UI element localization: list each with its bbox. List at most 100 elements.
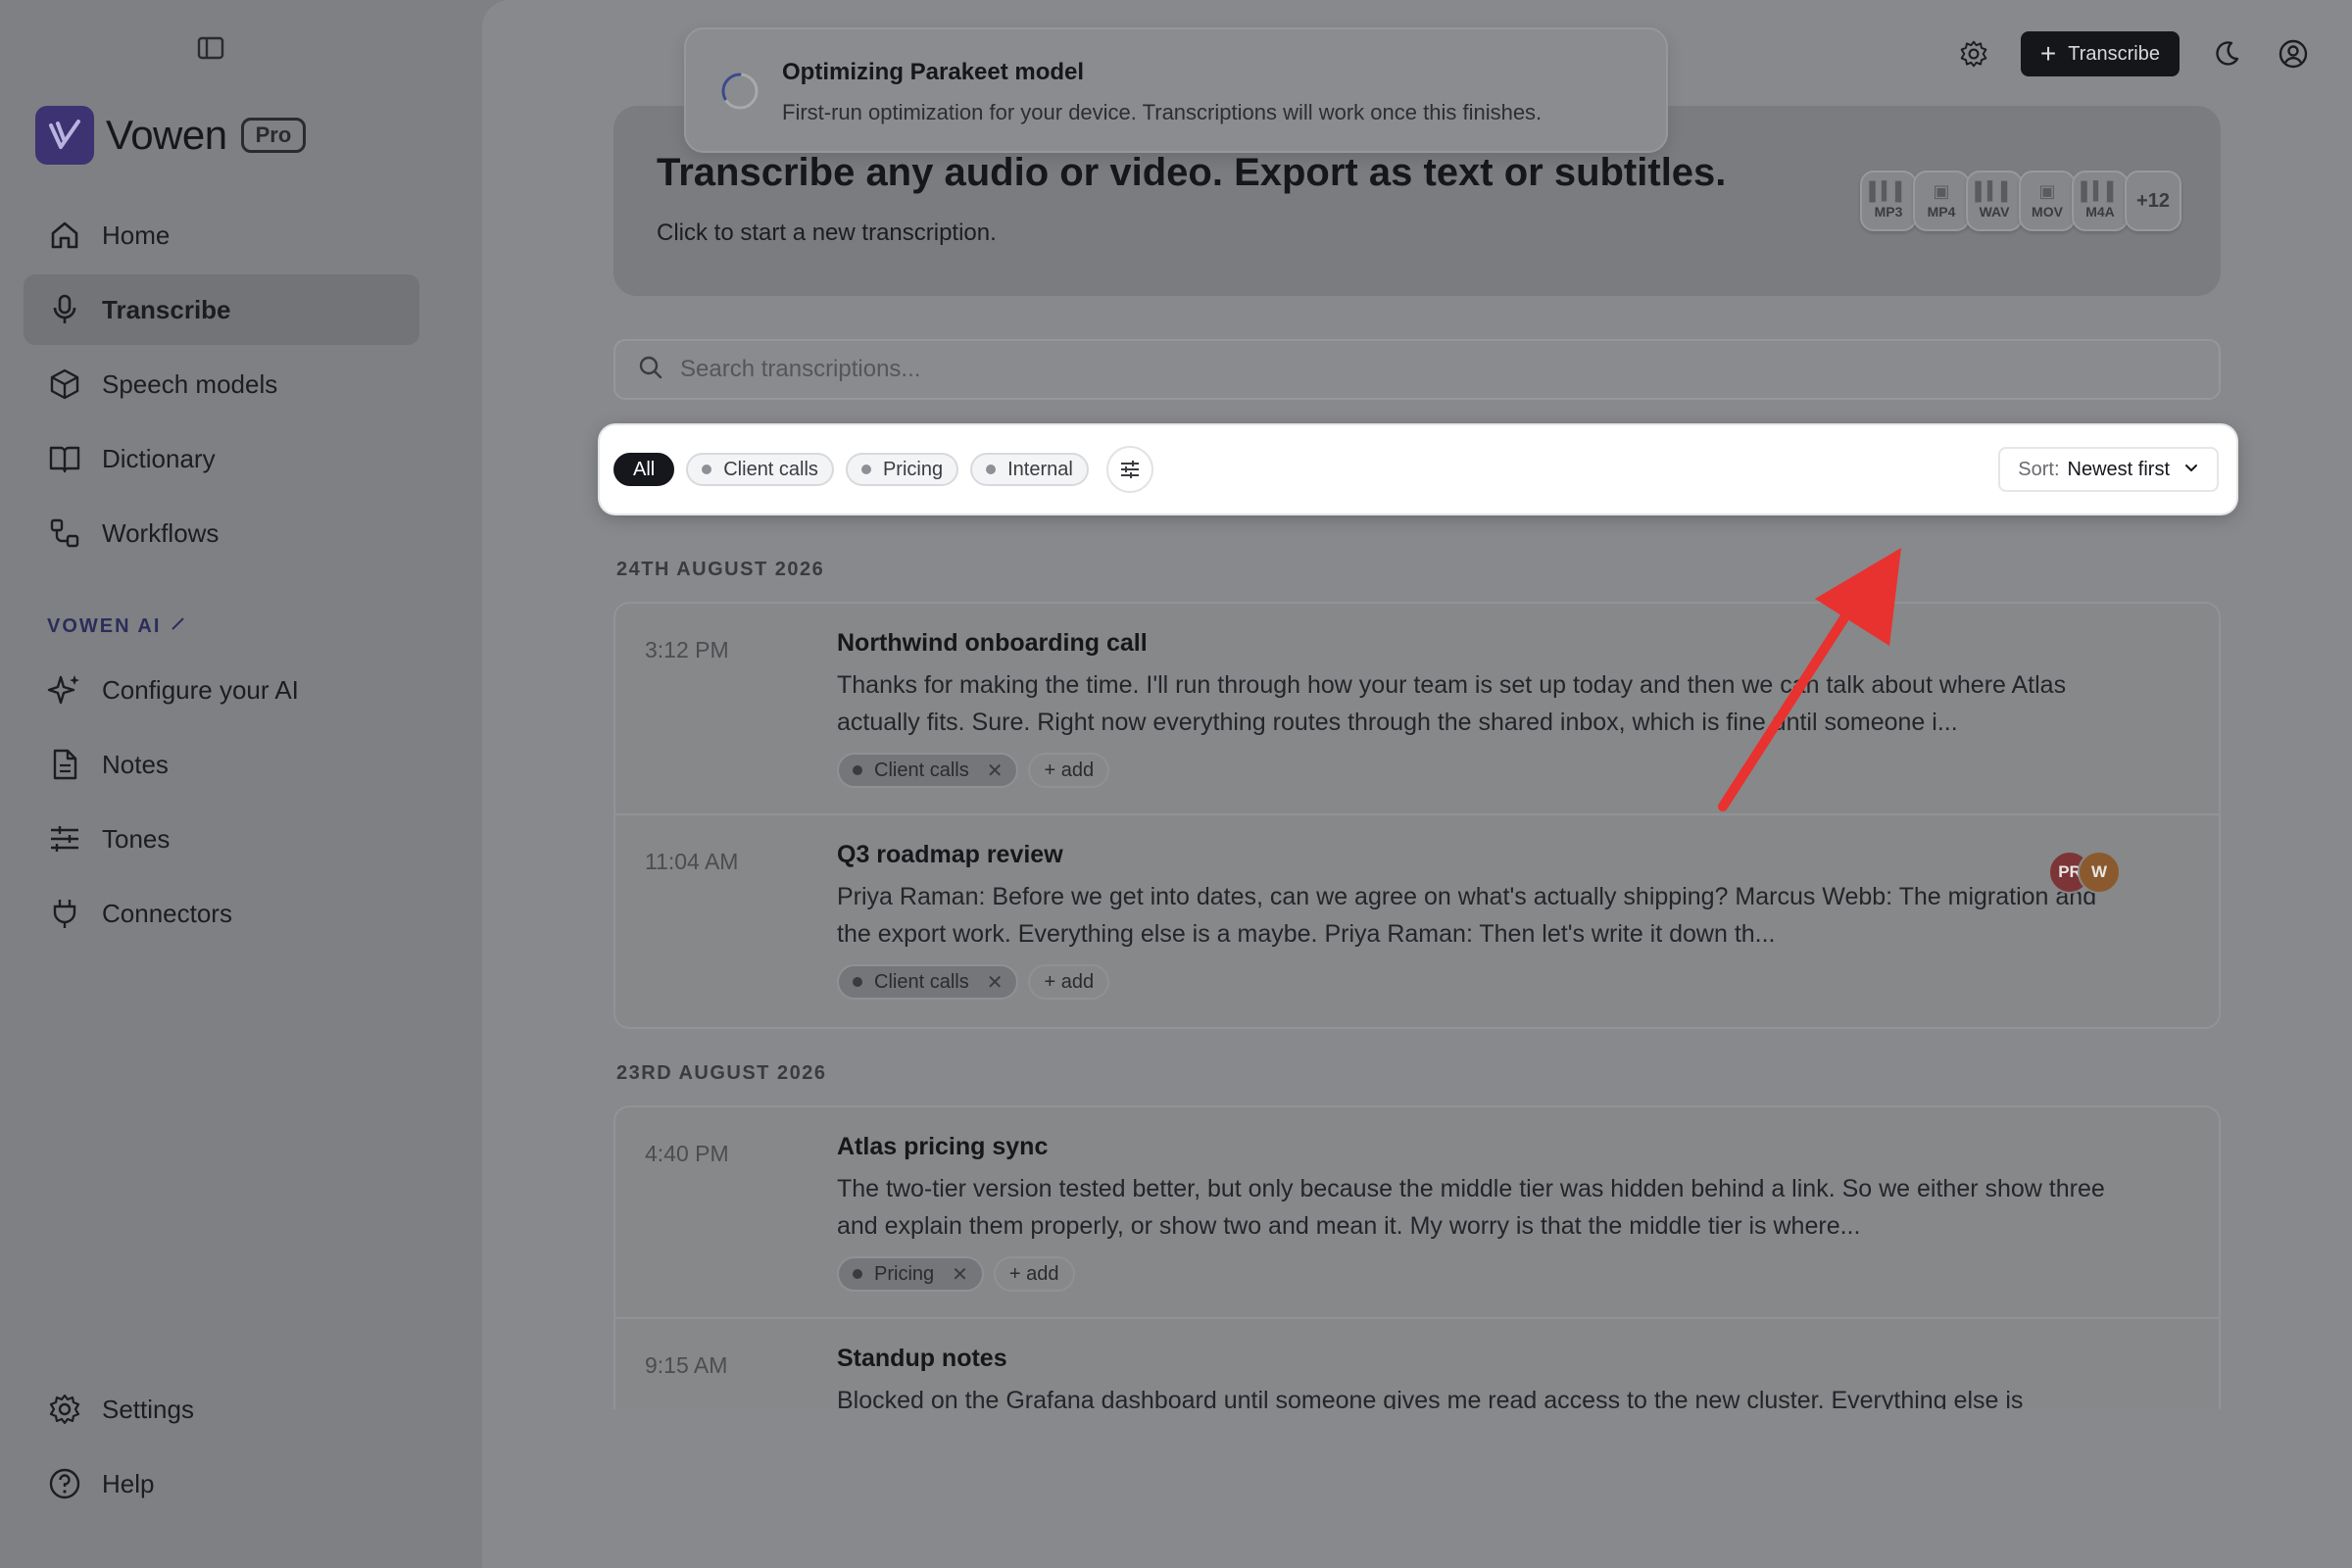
sidebar-item-label: Connectors [102, 898, 232, 928]
tag-label: Client calls [874, 759, 969, 781]
sidebar: Vowen Pro Home Transcribe Speech models … [0, 0, 482, 1568]
tag-label: Client calls [874, 970, 969, 993]
transcription-row[interactable]: 3:12 PM Northwind onboarding call Thanks… [615, 604, 2219, 815]
sidebar-item-tones[interactable]: Tones [24, 804, 419, 874]
workflow-icon [47, 515, 82, 551]
sidebar-item-help[interactable]: Help [24, 1448, 419, 1519]
search-icon [637, 354, 664, 386]
sidebar-item-notes[interactable]: Notes [24, 729, 419, 800]
tag-dot [853, 1269, 862, 1279]
format-label: MP4 [1927, 204, 1956, 220]
format-badge: ▌▍▌ MP3 [1860, 171, 1917, 231]
date-group-label: 24TH AUGUST 2026 [616, 559, 825, 580]
format-badge: ▣ MP4 [1913, 171, 1970, 231]
tag-chip[interactable]: Client calls ✕ [837, 753, 1019, 788]
film-icon: ▣ [1933, 181, 1950, 201]
account-icon[interactable] [2274, 34, 2313, 74]
sidebar-item-speech-models[interactable]: Speech models [24, 349, 419, 419]
sliders-icon [47, 821, 82, 857]
tag-chip[interactable]: Pricing ✕ [837, 1256, 984, 1292]
filter-chip-client-calls[interactable]: Client calls [686, 453, 834, 486]
entry-tags: Pricing ✕ + add [837, 1256, 1085, 1292]
entry-time: 4:40 PM [645, 1141, 729, 1166]
sidebar-item-transcribe[interactable]: Transcribe [24, 274, 419, 345]
entry-preview: The two-tier version tested better, but … [837, 1175, 2105, 1240]
chip-label: Pricing [882, 458, 944, 480]
sidebar-item-settings[interactable]: Settings [24, 1374, 419, 1445]
app-name: Vowen [106, 112, 227, 158]
format-badge: ▌▍▌ WAV [1966, 171, 2023, 231]
add-tag-button[interactable]: + add [1028, 964, 1110, 1000]
model-optimization-toast: Optimizing Parakeet model First-run opti… [684, 27, 1668, 153]
search-input[interactable]: Search transcriptions... [613, 339, 2221, 400]
plug-icon [47, 896, 82, 931]
sidebar-item-workflows[interactable]: Workflows [24, 498, 419, 568]
plus-icon: + [2039, 38, 2057, 69]
chevron-down-icon [2183, 459, 2199, 481]
vowen-logo-icon [35, 106, 94, 165]
sort-value: Newest first [2067, 458, 2170, 480]
sort-select[interactable]: Sort: Newest first [1998, 447, 2219, 492]
filter-settings-icon[interactable] [1105, 446, 1153, 493]
close-icon[interactable]: ✕ [952, 1262, 968, 1287]
main-nav: Home Transcribe Speech models Dictionary… [24, 200, 419, 572]
top-actions: + Transcribe [1927, 31, 2313, 76]
sidebar-item-configure-ai[interactable]: Configure your AI [24, 655, 419, 725]
new-transcription-label: Transcribe [2068, 42, 2160, 65]
filter-chip-all[interactable]: All [613, 453, 675, 486]
format-label: WAV [1979, 204, 2010, 220]
moon-icon[interactable] [2207, 34, 2246, 74]
hero-subtitle: Click to start a new transcription. [657, 220, 997, 246]
format-label: MOV [2032, 204, 2063, 220]
toast-title: Optimizing Parakeet model [782, 59, 1085, 85]
filter-chip-pricing[interactable]: Pricing [845, 453, 959, 486]
sidebar-toggle-icon[interactable] [196, 35, 227, 63]
close-icon[interactable]: ✕ [987, 970, 1004, 995]
sidebar-item-label: Help [102, 1468, 155, 1498]
entry-tags: Client calls ✕ + add [837, 753, 1119, 788]
sidebar-item-label: Home [102, 220, 171, 250]
plan-badge: Pro [240, 118, 307, 153]
footer-nav: Settings Help [24, 1374, 419, 1523]
spinner-icon [719, 71, 760, 112]
entry-preview: Blocked on the Grafana dashboard until s… [837, 1387, 2024, 1409]
entry-tags: Client calls ✕ + add [837, 964, 1119, 1000]
book-icon [47, 441, 82, 476]
sidebar-item-home[interactable]: Home [24, 200, 419, 270]
add-tag-button[interactable]: + add [1028, 753, 1110, 788]
sidebar-item-dictionary[interactable]: Dictionary [24, 423, 419, 494]
sidebar-item-label: Settings [102, 1394, 194, 1424]
tag-dot [853, 765, 862, 775]
entry-time: 9:15 AM [645, 1352, 728, 1378]
transcription-group: 3:12 PM Northwind onboarding call Thanks… [613, 602, 2221, 1029]
entry-title: Standup notes [837, 1345, 1007, 1372]
transcription-row[interactable]: 9:15 AM Standup notes Blocked on the Gra… [615, 1319, 2219, 1409]
tag-dot [860, 465, 871, 474]
home-icon [47, 218, 82, 253]
transcription-row[interactable]: 4:40 PM Atlas pricing sync The two-tier … [615, 1107, 2219, 1319]
new-transcription-button[interactable]: + Transcribe [2020, 31, 2180, 76]
cube-icon [47, 367, 82, 402]
transcription-row[interactable]: 11:04 AM Q3 roadmap review Priya Raman: … [615, 815, 2219, 1027]
filter-chip-internal[interactable]: Internal [970, 453, 1089, 486]
brand[interactable]: Vowen Pro [35, 106, 307, 165]
sidebar-item-label: Configure your AI [102, 674, 299, 705]
gear-icon[interactable] [1954, 34, 1993, 74]
tag-dot [853, 977, 862, 987]
sidebar-item-connectors[interactable]: Connectors [24, 878, 419, 949]
entry-time: 11:04 AM [645, 849, 739, 874]
sparkles-icon [47, 672, 82, 708]
entry-title: Atlas pricing sync [837, 1133, 1049, 1160]
add-tag-button[interactable]: + add [993, 1256, 1075, 1292]
gear-icon [47, 1392, 82, 1427]
ai-section-label: VOWEN AI [47, 613, 188, 639]
sidebar-item-label: Speech models [102, 368, 278, 399]
film-icon: ▣ [2038, 181, 2056, 201]
toast-message: First-run optimization for your device. … [782, 100, 1543, 124]
close-icon[interactable]: ✕ [987, 759, 1004, 783]
waveform-icon: ▌▍▌ [2081, 181, 2120, 201]
format-label: M4A [2085, 204, 2115, 220]
microphone-icon [47, 292, 82, 327]
tag-chip[interactable]: Client calls ✕ [837, 964, 1019, 1000]
sidebar-item-label: Transcribe [102, 294, 231, 324]
